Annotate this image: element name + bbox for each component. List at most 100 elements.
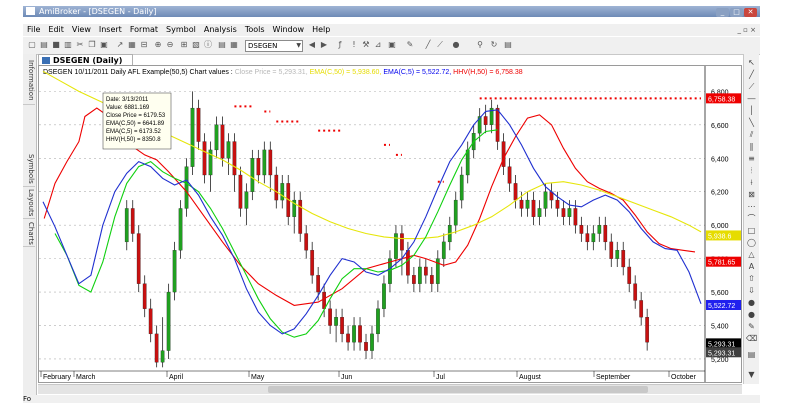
candle-body [376,308,380,335]
menu-file[interactable]: File [23,24,44,36]
color-icon[interactable]: ● [451,40,461,50]
menu-window[interactable]: Window [269,24,309,36]
chart-icon[interactable]: ▧ [191,40,201,50]
candle-body [196,107,201,142]
symbol-combobox[interactable]: DSEGEN ▼ [245,40,303,52]
extended-line-icon[interactable]: ╲ [746,118,757,128]
tooltip-line: HHV(H,50) = 8350.8 [106,137,161,143]
price-marker-label: 5,293.31 [708,350,735,357]
candle-body [274,174,279,201]
zoom-in-icon[interactable]: ⊕ [153,40,163,50]
minimize-button[interactable]: _ [716,8,729,17]
open-icon[interactable]: ▤ [39,40,49,50]
alert-icon[interactable]: ! [349,40,359,50]
eraser-icon[interactable]: ⌫ [746,334,757,344]
candle-icon[interactable]: ⊟ [139,40,149,50]
horizontal-scrollbar[interactable] [38,384,742,394]
cut-icon[interactable]: ✂ [75,40,85,50]
calendar-icon[interactable]: ▤ [217,40,227,50]
candle-body [591,233,596,243]
close-button[interactable]: ✕ [744,8,757,17]
candle-body [250,158,255,192]
candle-body [364,342,368,351]
price-marker-label: 5,522.72 [708,303,735,310]
menu-edit[interactable]: Edit [44,24,68,36]
formula-icon[interactable]: ▣ [387,40,397,50]
chart-pane[interactable]: DSEGEN 10/11/2011 Daily AFL Example(50,5… [38,65,742,383]
forward-icon[interactable]: ▶ [319,40,329,50]
pencil-icon[interactable]: ✎ [746,322,757,332]
back-icon[interactable]: ◀ [307,40,317,50]
parallel-icon[interactable]: ∥ [746,142,757,152]
tab-charts[interactable]: Charts [23,220,35,247]
maximize-button[interactable]: □ [730,8,743,17]
vertical-line-icon[interactable]: │ [746,106,757,116]
price-chart[interactable]: DSEGEN 10/11/2011 Daily AFL Example(50,5… [39,66,742,383]
menu-help[interactable]: Help [308,24,334,36]
menu-view[interactable]: View [68,24,95,36]
save-icon[interactable]: ■ [51,40,61,50]
gann-square-icon[interactable]: ⊠ [746,190,757,200]
menu-tools[interactable]: Tools [241,24,269,36]
arrow-up-icon[interactable]: ⇧ [746,274,757,284]
ray-tool-icon[interactable]: ⟋ [746,82,757,92]
draw-line-icon[interactable]: ╱ [423,40,433,50]
y-tick-label: 6,400 [711,156,729,163]
paste-icon[interactable]: ▣ [99,40,109,50]
triangle-icon[interactable]: △ [746,250,757,260]
properties-tool-icon[interactable]: ▤ [746,350,757,360]
candle-body [525,199,530,209]
text-tool-icon[interactable]: A [746,262,757,272]
status-text: Fo [23,395,32,403]
new-icon[interactable]: ▢ [27,40,37,50]
select-arrow-icon[interactable]: ↖ [746,58,757,68]
chart-tab[interactable]: DSEGEN (Daily) [38,54,133,65]
pen-icon[interactable]: ✎ [405,40,415,50]
menu-format[interactable]: Format [126,24,162,36]
arrow-down-icon[interactable]: ⇩ [746,286,757,296]
info-icon[interactable]: ⓘ [203,40,213,50]
antenna-icon[interactable]: ⚲ [475,40,485,50]
menu-analysis[interactable]: Analysis [200,24,241,36]
grid-icon[interactable]: ⊞ [179,40,189,50]
gann-fan-icon[interactable]: ⟊ [746,178,757,188]
menu-insert[interactable]: Insert [95,24,126,36]
arc-icon[interactable]: ⌒ [746,214,757,224]
zoom-out-icon[interactable]: ⊖ [165,40,175,50]
ellipse-icon[interactable]: ◯ [746,238,757,248]
chart-tab-icon [42,57,50,64]
scrollbar-thumb[interactable] [268,386,648,393]
cycles-icon[interactable]: ⋯ [746,202,757,212]
horizontal-line-icon[interactable]: ― [746,94,757,104]
candle-body [184,166,189,209]
line-chart-icon[interactable]: ↗ [115,40,125,50]
x-tick-label: September [596,374,631,381]
sell-marker-icon[interactable]: ● [746,310,757,320]
hammer-icon[interactable]: ⚒ [361,40,371,50]
fibonacci-icon[interactable]: ≡ [746,154,757,164]
y-tick-label: 5,400 [711,324,729,331]
rectangle-icon[interactable]: □ [746,226,757,236]
tab-symbols[interactable]: Symbols [23,152,35,187]
candle-body [358,325,362,343]
analysis-icon[interactable]: ⊿ [373,40,383,50]
fib-time-icon[interactable]: ⦙ [746,166,757,176]
mdi-controls[interactable]: _ ▫ × [737,24,756,36]
ray-icon[interactable]: ⟋ [435,40,445,50]
trendline-icon[interactable]: ╱ [746,70,757,80]
tile-icon[interactable]: ▦ [229,40,239,50]
bar-chart-icon[interactable]: ▦ [127,40,137,50]
refresh-icon[interactable]: ↻ [489,40,499,50]
tab-information[interactable]: Information [23,56,35,105]
copy-icon[interactable]: ❐ [87,40,97,50]
scroll-down-icon[interactable]: ▼ [746,370,757,380]
buy-marker-icon[interactable]: ● [746,298,757,308]
print-icon[interactable]: ▥ [63,40,73,50]
channel-icon[interactable]: ⫽ [746,130,757,140]
menu-symbol[interactable]: Symbol [162,24,200,36]
indicator-icon[interactable]: ƒ [335,40,345,50]
properties-icon[interactable]: ▤ [503,40,513,50]
x-tick-label: August [519,374,541,381]
tab-layouts[interactable]: Layouts [23,188,35,219]
candle-body [142,283,147,309]
